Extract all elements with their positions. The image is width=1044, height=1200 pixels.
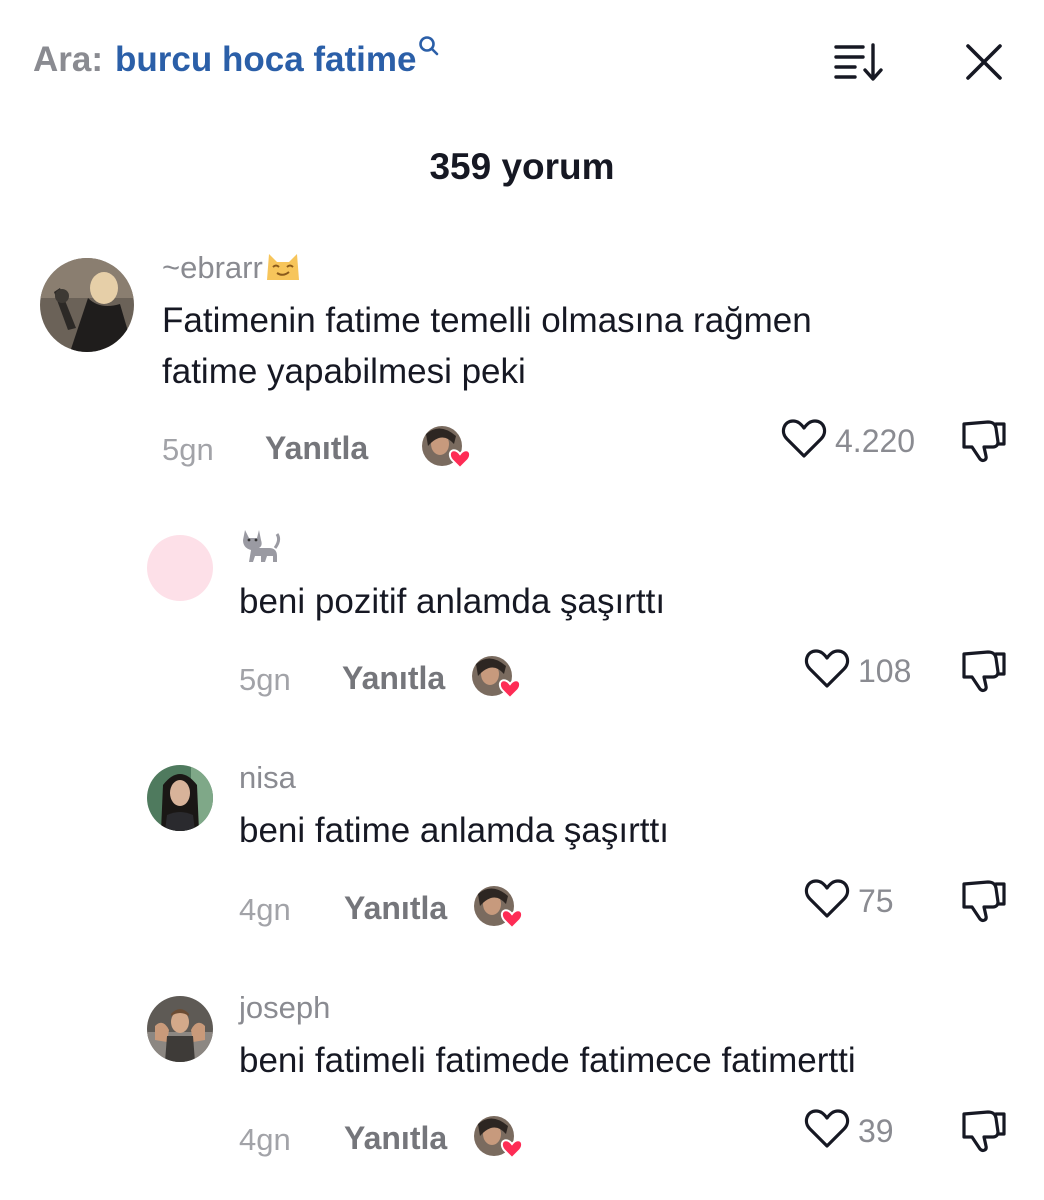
comment-username[interactable]: joseph xyxy=(239,990,330,1026)
search-prefix: Ara: xyxy=(33,40,104,79)
comment-username[interactable] xyxy=(239,526,281,572)
smirking-cat-emoji-icon xyxy=(263,250,303,290)
comment-username[interactable]: ~ebrarr xyxy=(162,250,303,290)
search-bar[interactable]: Ara: burcu hoca fatime xyxy=(33,36,440,90)
comment-text: beni pozitif anlamda şaşırttı xyxy=(239,582,666,621)
like-button[interactable]: 39 xyxy=(804,1108,894,1155)
comment-time: 5gn xyxy=(239,662,291,697)
like-count: 108 xyxy=(858,653,912,689)
dislike-icon[interactable] xyxy=(960,1108,1010,1154)
avatar[interactable] xyxy=(147,765,213,831)
reply-button[interactable]: Yanıtla xyxy=(342,660,445,697)
comments-sheet: Ara: burcu hoca fatime 359 yorum ~ebrarr… xyxy=(0,0,1044,1200)
like-count: 4.220 xyxy=(835,423,916,459)
like-count: 75 xyxy=(858,883,894,919)
dislike-icon[interactable] xyxy=(960,648,1010,694)
dislike-icon[interactable] xyxy=(960,418,1010,464)
creator-liked-icon xyxy=(472,1114,524,1162)
comment-time: 4gn xyxy=(239,1122,291,1157)
like-button[interactable]: 108 xyxy=(804,648,911,695)
comment-text: beni fatimeli fatimede fatimece fatimert… xyxy=(239,1041,856,1080)
avatar[interactable] xyxy=(40,258,134,352)
avatar[interactable] xyxy=(147,535,213,601)
cat-emoji-icon xyxy=(239,526,281,572)
heart-icon xyxy=(804,1108,850,1155)
creator-liked-icon xyxy=(472,884,524,932)
comment-username[interactable]: nisa xyxy=(239,760,296,796)
comment-count-title: 359 yorum xyxy=(429,146,615,187)
like-count: 39 xyxy=(858,1113,894,1149)
like-button[interactable]: 75 xyxy=(804,878,894,925)
reply-button[interactable]: Yanıtla xyxy=(344,1120,447,1157)
comment-text: beni fatime anlamda şaşırttı xyxy=(239,811,669,850)
dislike-icon[interactable] xyxy=(960,878,1010,924)
reply-button[interactable]: Yanıtla xyxy=(344,890,447,927)
like-button[interactable]: 4.220 xyxy=(781,418,915,465)
reply-button[interactable]: Yanıtla xyxy=(265,430,368,467)
heart-icon xyxy=(781,418,827,465)
search-query-link[interactable]: burcu hoca fatime xyxy=(115,40,416,80)
comment-text: Fatimenin fatime temelli olmasına rağmen… xyxy=(162,301,812,391)
avatar[interactable] xyxy=(147,996,213,1062)
sort-icon[interactable] xyxy=(833,42,885,82)
comment-time: 4gn xyxy=(239,892,291,927)
search-icon[interactable] xyxy=(418,35,440,62)
creator-liked-icon xyxy=(470,654,522,702)
creator-liked-icon xyxy=(420,424,472,472)
heart-icon xyxy=(804,648,850,695)
close-icon[interactable] xyxy=(962,40,1006,84)
comment-time: 5gn xyxy=(162,432,214,467)
heart-icon xyxy=(804,878,850,925)
